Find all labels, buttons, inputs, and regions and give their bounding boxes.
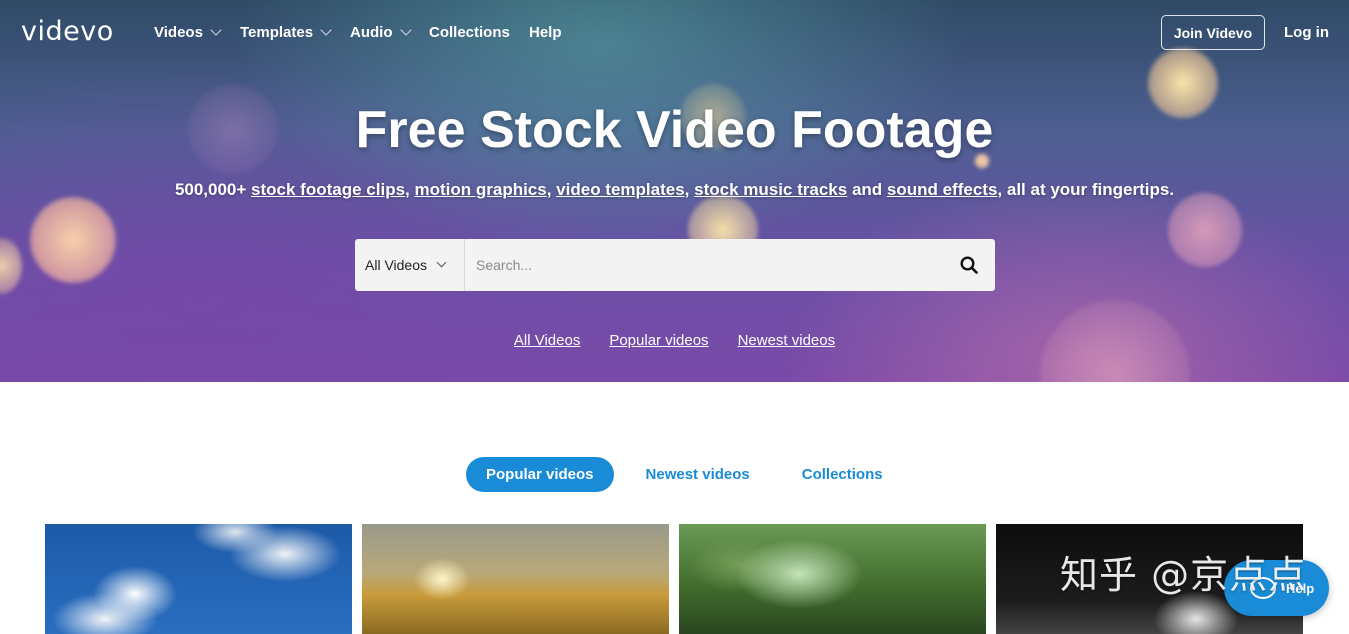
chevron-down-icon (320, 24, 332, 36)
link-motion-graphics[interactable]: motion graphics (414, 180, 546, 199)
quick-link-all-videos[interactable]: All Videos (514, 332, 580, 349)
chevron-down-icon (399, 24, 412, 36)
nav-collections[interactable]: Collections (429, 24, 510, 41)
quick-links: All Videos Popular videos Newest videos (0, 332, 1349, 349)
tab-collections[interactable]: Collections (782, 457, 903, 492)
watermark: 知乎 @京点点 (1060, 553, 1308, 597)
link-video-templates[interactable]: video templates (556, 180, 685, 199)
video-thumbnail[interactable] (45, 524, 352, 634)
nav-help[interactable]: Help (529, 24, 562, 41)
video-thumbnail[interactable] (679, 524, 986, 634)
search-bar: All Videos (355, 239, 995, 291)
search-icon (960, 256, 978, 274)
join-button[interactable]: Join Videvo (1161, 15, 1265, 50)
subtitle-and: and (847, 180, 887, 199)
hero-banner: videvo Videos Templates Audio Collection… (0, 0, 1349, 382)
nav-templates-label: Templates (240, 24, 314, 41)
nav-collections-label: Collections (429, 24, 510, 41)
nav-videos-label: Videos (154, 24, 203, 41)
nav-audio[interactable]: Audio (350, 24, 412, 41)
search-input[interactable] (465, 239, 943, 291)
bokeh-light (0, 238, 22, 294)
videvo-logo[interactable]: videvo (21, 16, 114, 47)
search-type-select[interactable]: All Videos (355, 239, 465, 291)
nav-help-label: Help (529, 24, 562, 41)
quick-link-newest-videos[interactable]: Newest videos (738, 332, 836, 349)
subtitle-suffix: , all at your fingertips. (997, 180, 1175, 199)
search-button[interactable] (943, 239, 995, 291)
quick-link-popular-videos[interactable]: Popular videos (609, 332, 708, 349)
hero-subtitle: 500,000+ stock footage clips, motion gra… (174, 180, 1175, 199)
bokeh-light (30, 197, 116, 283)
tab-popular-videos[interactable]: Popular videos (466, 457, 614, 492)
chevron-down-icon (436, 257, 447, 268)
search-type-label: All Videos (365, 257, 428, 273)
nav-templates[interactable]: Templates (240, 24, 332, 41)
nav-videos[interactable]: Videos (154, 24, 222, 41)
bokeh-light (1168, 193, 1242, 267)
tab-newest-videos[interactable]: Newest videos (626, 457, 770, 492)
video-tabs: Popular videos Newest videos Collections (466, 457, 903, 492)
link-stock-music-tracks[interactable]: stock music tracks (694, 180, 847, 199)
chevron-down-icon (210, 24, 222, 36)
hero-title: Free Stock Video Footage (355, 101, 994, 159)
login-link[interactable]: Log in (1284, 24, 1329, 41)
top-nav: videvo Videos Templates Audio Collection… (0, 0, 1349, 66)
nav-audio-label: Audio (350, 24, 393, 41)
subtitle-prefix: 500,000+ (174, 180, 252, 199)
link-sound-effects[interactable]: sound effects (887, 180, 998, 199)
link-stock-footage-clips[interactable]: stock footage clips (251, 180, 405, 199)
video-thumbnail[interactable] (362, 524, 669, 634)
